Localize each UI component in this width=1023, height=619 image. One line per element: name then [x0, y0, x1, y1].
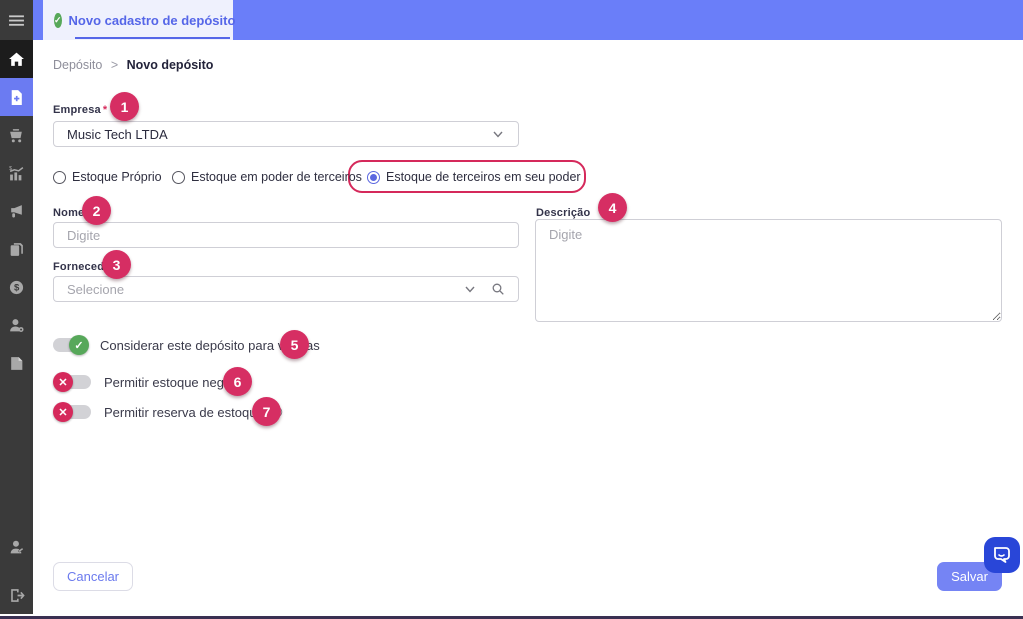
annotation-badge-1: 1 — [110, 92, 139, 121]
chevron-down-icon — [465, 286, 475, 293]
home-icon — [9, 52, 24, 66]
sidebar-item-reports[interactable] — [0, 230, 33, 268]
chevron-down-icon — [493, 131, 503, 138]
dollar-coin-icon: $ — [9, 280, 24, 294]
radio-circle-icon — [172, 170, 185, 184]
annotation-badge-7: 7 — [252, 397, 281, 426]
tab-label: Novo cadastro de depósito — [68, 12, 236, 28]
toggle-off-x-icon: ✕ — [53, 402, 73, 422]
required-asterisk: * — [102, 104, 108, 116]
hamburger-icon — [9, 14, 24, 26]
sales-chart-icon: $ — [9, 165, 24, 180]
fornecedor-select[interactable]: Selecione — [53, 276, 519, 302]
app-window: $ $ ✓ Novo cadastro de depósito Depósito… — [0, 0, 1023, 619]
stock-type-radio-group: Estoque Próprio Estoque em poder de terc… — [33, 160, 1023, 198]
svg-text:$: $ — [14, 282, 20, 293]
search-icon[interactable] — [491, 282, 505, 296]
sidebar-item-marketing[interactable] — [0, 192, 33, 230]
shopping-cart-icon — [10, 128, 22, 142]
descricao-textarea[interactable] — [535, 219, 1002, 322]
annotation-badge-5: 5 — [280, 330, 309, 359]
toggle-on-check-icon: ✓ — [69, 335, 89, 355]
descricao-label: Descrição — [536, 207, 591, 219]
sidebar-item-files[interactable] — [0, 344, 33, 382]
radio-estoque-poder-terceiros[interactable]: Estoque em poder de terceiros — [172, 170, 362, 184]
breadcrumb-parent[interactable]: Depósito — [53, 58, 102, 72]
topbar: ✓ Novo cadastro de depósito — [33, 0, 1023, 40]
user-support-icon — [10, 540, 24, 553]
sidebar-item-support[interactable] — [0, 528, 33, 566]
toggle-track: ✕ — [53, 402, 91, 422]
empresa-selected-value: Music Tech LTDA — [67, 126, 168, 142]
chat-bubble-icon — [994, 547, 1010, 563]
main-content: Depósito > Novo depósito Empresa * 1 Musi… — [33, 40, 1023, 614]
annotation-badge-6: 6 — [223, 367, 252, 396]
megaphone-icon — [11, 204, 22, 217]
chat-widget-button[interactable] — [984, 537, 1020, 573]
sidebar-item-purchases[interactable] — [0, 116, 33, 154]
breadcrumb-separator: > — [110, 58, 119, 72]
toggle-track: ✓ — [53, 335, 89, 355]
active-tab-underline — [75, 37, 230, 39]
hamburger-menu-button[interactable] — [0, 0, 33, 40]
descricao-textarea-wrap — [535, 219, 1002, 322]
check-circle-icon: ✓ — [54, 12, 62, 28]
sidebar-item-sales[interactable]: $ — [0, 154, 33, 192]
toggle-track: ✕ — [53, 372, 91, 392]
breadcrumb-current: Novo depósito — [126, 58, 214, 72]
sidebar-item-contacts[interactable] — [0, 306, 33, 344]
annotation-badge-3: 3 — [102, 250, 131, 279]
annotation-badge-2: 2 — [82, 196, 111, 225]
sidebar: $ $ — [0, 0, 33, 614]
sidebar-item-home[interactable] — [0, 40, 33, 78]
sidebar-item-logout[interactable] — [0, 576, 33, 614]
toggle-reserva-estoque[interactable]: ✕ Permitir reserva de estoque — [53, 401, 283, 423]
radio-circle-icon — [53, 170, 66, 184]
nome-input[interactable] — [54, 223, 518, 247]
logout-icon — [11, 588, 25, 602]
new-document-icon — [11, 89, 22, 105]
toggle-off-x-icon: ✕ — [53, 372, 73, 392]
svg-text:$: $ — [9, 165, 12, 171]
file-icon — [11, 356, 23, 370]
breadcrumb: Depósito > Novo depósito — [53, 58, 213, 72]
user-settings-icon — [10, 318, 24, 332]
sidebar-item-finance[interactable]: $ — [0, 268, 33, 306]
tab-novo-cadastro-deposito[interactable]: ✓ Novo cadastro de depósito — [43, 0, 236, 40]
cancel-button[interactable]: Cancelar — [53, 562, 133, 591]
empresa-label: Empresa * — [53, 104, 108, 116]
empresa-select[interactable]: Music Tech LTDA — [53, 121, 519, 147]
radio-estoque-terceiros-seu-poder[interactable]: Estoque de terceiros em seu poder — [367, 170, 581, 184]
radio-selected-icon — [367, 170, 380, 184]
sidebar-item-new-document[interactable] — [0, 78, 33, 116]
radio-estoque-proprio[interactable]: Estoque Próprio — [53, 170, 162, 184]
fornecedor-placeholder: Selecione — [67, 281, 125, 297]
documents-icon — [10, 242, 23, 256]
nome-input-wrap — [53, 222, 519, 248]
annotation-badge-4: 4 — [598, 193, 627, 222]
